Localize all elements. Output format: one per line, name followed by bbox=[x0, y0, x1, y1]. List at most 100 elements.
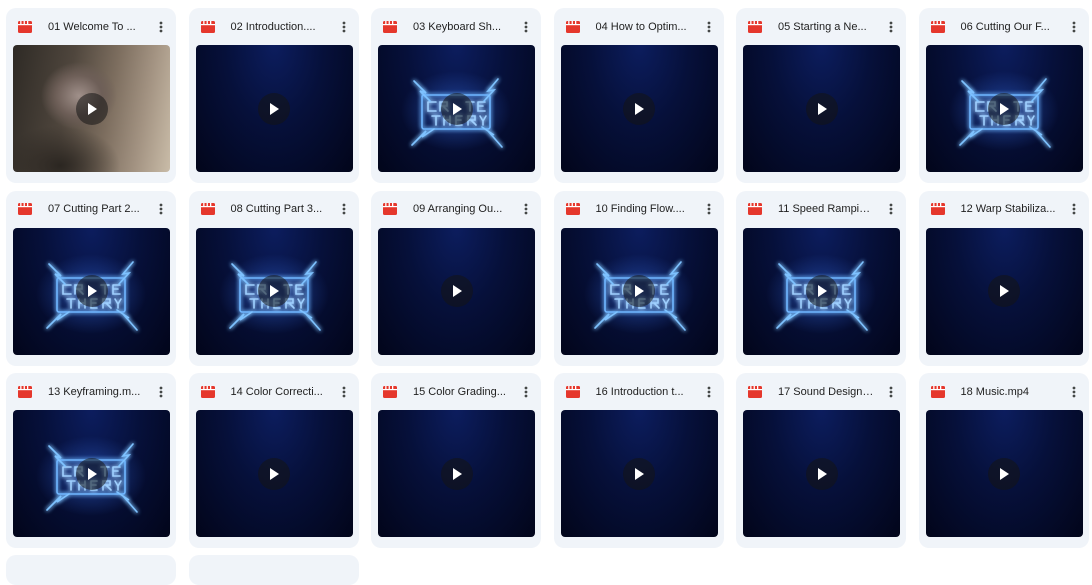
play-icon[interactable] bbox=[988, 275, 1020, 307]
file-card-header: 01 Welcome To ... bbox=[6, 8, 176, 45]
play-icon[interactable] bbox=[988, 92, 1020, 125]
file-card-header: 09 Arranging Ou... bbox=[371, 191, 541, 228]
more-vert-icon[interactable] bbox=[333, 16, 355, 38]
file-card-8[interactable]: 08 Cutting Part 3... bbox=[188, 190, 359, 366]
file-title: 10 Finding Flow.... bbox=[595, 203, 685, 215]
file-title: 09 Arranging Ou... bbox=[413, 203, 503, 215]
play-icon[interactable] bbox=[258, 457, 290, 490]
file-card-16[interactable]: 16 Introduction t... bbox=[553, 373, 724, 548]
play-icon[interactable] bbox=[440, 275, 473, 307]
play-icon[interactable] bbox=[440, 457, 473, 490]
video-thumbnail[interactable] bbox=[378, 410, 535, 537]
video-thumbnail[interactable] bbox=[560, 45, 718, 172]
file-card-12[interactable]: 12 Warp Stabiliza... bbox=[918, 190, 1089, 366]
file-card-13[interactable]: 13 Keyframing.m... bbox=[6, 373, 176, 548]
more-vert-icon[interactable] bbox=[698, 16, 720, 38]
video-file-icon bbox=[930, 19, 946, 35]
video-thumbnail[interactable] bbox=[925, 410, 1083, 537]
more-vert-icon[interactable] bbox=[1063, 381, 1085, 403]
more-vert-icon[interactable] bbox=[515, 381, 537, 403]
video-thumbnail[interactable] bbox=[743, 227, 900, 355]
file-card-header: 03 Keyboard Sh... bbox=[371, 8, 541, 45]
video-thumbnail[interactable] bbox=[560, 227, 718, 355]
play-icon[interactable] bbox=[623, 92, 655, 125]
file-card-header: 12 Warp Stabiliza... bbox=[919, 191, 1089, 228]
file-card-header: 15 Color Grading... bbox=[371, 373, 541, 410]
file-card-3[interactable]: 03 Keyboard Sh... bbox=[371, 8, 541, 183]
video-thumbnail[interactable] bbox=[743, 45, 900, 172]
file-card-header: 11 Speed Rampin... bbox=[736, 191, 906, 228]
file-card-partial[interactable] bbox=[189, 555, 359, 585]
play-icon[interactable] bbox=[805, 92, 838, 125]
video-file-icon bbox=[747, 19, 763, 35]
video-thumbnail[interactable] bbox=[195, 410, 353, 537]
video-thumbnail[interactable] bbox=[378, 227, 535, 355]
video-file-icon bbox=[565, 201, 581, 217]
file-card-partial[interactable] bbox=[6, 555, 176, 585]
more-vert-icon[interactable] bbox=[698, 381, 720, 403]
file-card-header: 04 How to Optim... bbox=[554, 8, 724, 45]
play-icon[interactable] bbox=[988, 457, 1020, 490]
file-card-17[interactable]: 17 Sound Design ... bbox=[736, 373, 906, 548]
more-vert-icon[interactable] bbox=[1063, 198, 1085, 220]
video-file-icon bbox=[930, 201, 946, 217]
file-card-header: 07 Cutting Part 2... bbox=[6, 191, 176, 228]
video-thumbnail[interactable] bbox=[195, 45, 353, 172]
more-vert-icon[interactable] bbox=[880, 16, 902, 38]
play-icon[interactable] bbox=[623, 275, 655, 307]
file-card-header: 18 Music.mp4 bbox=[919, 373, 1089, 410]
file-card-11[interactable]: 11 Speed Rampin... bbox=[736, 190, 906, 366]
file-card-header: 10 Finding Flow.... bbox=[554, 191, 724, 228]
video-thumbnail[interactable] bbox=[743, 410, 900, 537]
video-thumbnail[interactable] bbox=[378, 45, 535, 172]
video-thumbnail[interactable] bbox=[560, 410, 718, 537]
more-vert-icon[interactable] bbox=[333, 198, 355, 220]
file-card-5[interactable]: 05 Starting a Ne... bbox=[736, 8, 906, 183]
file-card-4[interactable]: 04 How to Optim... bbox=[553, 8, 724, 183]
video-thumbnail[interactable] bbox=[13, 410, 170, 537]
video-thumbnail[interactable] bbox=[195, 227, 353, 355]
more-vert-icon[interactable] bbox=[698, 198, 720, 220]
file-title: 07 Cutting Part 2... bbox=[48, 203, 140, 215]
file-card-15[interactable]: 15 Color Grading... bbox=[371, 373, 541, 548]
file-title: 18 Music.mp4 bbox=[960, 385, 1029, 398]
play-icon[interactable] bbox=[623, 457, 655, 490]
file-card-10[interactable]: 10 Finding Flow.... bbox=[553, 190, 724, 366]
more-vert-icon[interactable] bbox=[150, 381, 172, 403]
video-file-icon bbox=[200, 201, 216, 217]
play-icon[interactable] bbox=[440, 92, 473, 125]
video-thumbnail-webcam[interactable] bbox=[13, 45, 170, 172]
video-file-icon bbox=[17, 201, 33, 217]
more-vert-icon[interactable] bbox=[515, 16, 537, 38]
play-icon[interactable] bbox=[258, 275, 290, 307]
file-card-1[interactable]: 01 Welcome To ... bbox=[6, 8, 176, 183]
more-vert-icon[interactable] bbox=[880, 381, 902, 403]
file-card-14[interactable]: 14 Color Correcti... bbox=[188, 373, 359, 548]
video-thumbnail[interactable] bbox=[925, 227, 1083, 355]
play-icon[interactable] bbox=[805, 457, 838, 490]
play-icon[interactable] bbox=[258, 92, 290, 125]
video-file-icon bbox=[17, 384, 33, 400]
file-grid: 01 Welcome To ... 02 Introduction.... 03… bbox=[6, 8, 1089, 548]
file-card-9[interactable]: 09 Arranging Ou... bbox=[371, 190, 541, 366]
play-icon[interactable] bbox=[805, 275, 838, 307]
file-card-header: 14 Color Correcti... bbox=[189, 373, 359, 410]
file-card-2[interactable]: 02 Introduction.... bbox=[188, 8, 359, 183]
play-icon[interactable] bbox=[75, 92, 108, 125]
more-vert-icon[interactable] bbox=[880, 198, 902, 220]
more-vert-icon[interactable] bbox=[150, 16, 172, 38]
play-icon[interactable] bbox=[75, 275, 108, 307]
file-card-7[interactable]: 07 Cutting Part 2... bbox=[6, 190, 176, 366]
more-vert-icon[interactable] bbox=[150, 198, 172, 220]
more-vert-icon[interactable] bbox=[515, 198, 537, 220]
file-card-6[interactable]: 06 Cutting Our F... bbox=[918, 8, 1089, 183]
more-vert-icon[interactable] bbox=[333, 381, 355, 403]
more-vert-icon[interactable] bbox=[1063, 16, 1085, 38]
file-card-header: 05 Starting a Ne... bbox=[736, 8, 906, 45]
file-title: 03 Keyboard Sh... bbox=[413, 20, 502, 33]
play-icon[interactable] bbox=[75, 457, 108, 490]
file-card-18[interactable]: 18 Music.mp4 bbox=[918, 373, 1089, 548]
video-thumbnail[interactable] bbox=[13, 227, 170, 355]
video-thumbnail[interactable] bbox=[925, 45, 1083, 172]
video-file-icon bbox=[930, 384, 946, 400]
